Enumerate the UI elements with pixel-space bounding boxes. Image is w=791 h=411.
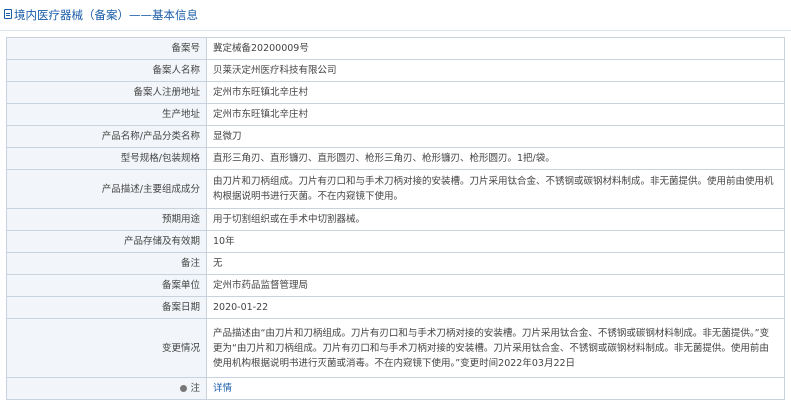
table-row: 备案人注册地址 定州市东旺镇北辛庄村 bbox=[6, 81, 785, 104]
page-title: 境内医疗器械（备案）——基本信息 bbox=[14, 8, 198, 22]
row-value: 产品描述由“由刀片和刀柄组成。刀片有刃口和与手术刀柄对接的安装槽。刀片采用钛合金… bbox=[206, 318, 785, 378]
table-row: 预期用途 用于切割组织或在手术中切割器械。 bbox=[6, 208, 785, 231]
note-label: 注 bbox=[190, 383, 200, 394]
details-link[interactable]: 详情 bbox=[213, 383, 232, 394]
row-label: 备案日期 bbox=[6, 296, 207, 319]
row-value: 显微刀 bbox=[206, 125, 785, 148]
table-row: 型号规格/包装规格 直形三角刃、直形镰刃、直形圆刃、枪形三角刃、枪形镰刃、枪形圆… bbox=[6, 147, 785, 170]
row-label: 产品存储及有效期 bbox=[6, 230, 207, 253]
row-label: 型号规格/包装规格 bbox=[6, 147, 207, 170]
row-label: 变更情况 bbox=[6, 318, 207, 378]
row-label: 备注 bbox=[6, 252, 207, 275]
row-value: 直形三角刃、直形镰刃、直形圆刃、枪形三角刃、枪形镰刃、枪形圆刃。1把/袋。 bbox=[206, 147, 785, 170]
row-label: 备案人注册地址 bbox=[6, 81, 207, 104]
row-value: 用于切割组织或在手术中切割器械。 bbox=[206, 208, 785, 231]
row-label: 生产地址 bbox=[6, 103, 207, 126]
table-row: 产品名称/产品分类名称 显微刀 bbox=[6, 125, 785, 148]
table-row: 注 详情 bbox=[6, 377, 785, 400]
row-value: 2020-01-22 bbox=[206, 296, 785, 319]
table-row: 生产地址 定州市东旺镇北辛庄村 bbox=[6, 103, 785, 126]
table-row: 备案单位 定州市药品监督管理局 bbox=[6, 274, 785, 297]
table-row: 备案号 冀定械备20200009号 bbox=[6, 37, 785, 60]
row-value: 定州市东旺镇北辛庄村 bbox=[206, 103, 785, 126]
table-row: 产品描述/主要组成成分 由刀片和刀柄组成。刀片有刃口和与手术刀柄对接的安装槽。刀… bbox=[6, 169, 785, 209]
row-value: 冀定械备20200009号 bbox=[206, 37, 785, 60]
row-label: 产品描述/主要组成成分 bbox=[6, 169, 207, 209]
row-label: 备案人名称 bbox=[6, 59, 207, 82]
row-label: 产品名称/产品分类名称 bbox=[6, 125, 207, 148]
table-row: 变更情况 产品描述由“由刀片和刀柄组成。刀片有刃口和与手术刀柄对接的安装槽。刀片… bbox=[6, 318, 785, 378]
row-value: 无 bbox=[206, 252, 785, 275]
note-label-cell: 注 bbox=[6, 377, 207, 400]
page-header: 境内医疗器械（备案）——基本信息 bbox=[0, 0, 791, 31]
row-value: 定州市药品监督管理局 bbox=[206, 274, 785, 297]
note-icon bbox=[180, 385, 188, 392]
row-value: 由刀片和刀柄组成。刀片有刃口和与手术刀柄对接的安装槽。刀片采用钛合金、不锈钢或碳… bbox=[206, 169, 785, 209]
row-value: 贝莱沃定州医疗科技有限公司 bbox=[206, 59, 785, 82]
row-value: 定州市东旺镇北辛庄村 bbox=[206, 81, 785, 104]
info-table: 备案号 冀定械备20200009号 备案人名称 贝莱沃定州医疗科技有限公司 备案… bbox=[6, 37, 785, 400]
table-row: 备注 无 bbox=[6, 252, 785, 275]
document-icon bbox=[4, 9, 12, 19]
table-row: 产品存储及有效期 10年 bbox=[6, 230, 785, 253]
row-label: 预期用途 bbox=[6, 208, 207, 231]
table-row: 备案人名称 贝莱沃定州医疗科技有限公司 bbox=[6, 59, 785, 82]
table-row: 备案日期 2020-01-22 bbox=[6, 296, 785, 319]
note-value-cell: 详情 bbox=[206, 377, 785, 400]
row-label: 备案号 bbox=[6, 37, 207, 60]
row-label: 备案单位 bbox=[6, 274, 207, 297]
row-value: 10年 bbox=[206, 230, 785, 253]
